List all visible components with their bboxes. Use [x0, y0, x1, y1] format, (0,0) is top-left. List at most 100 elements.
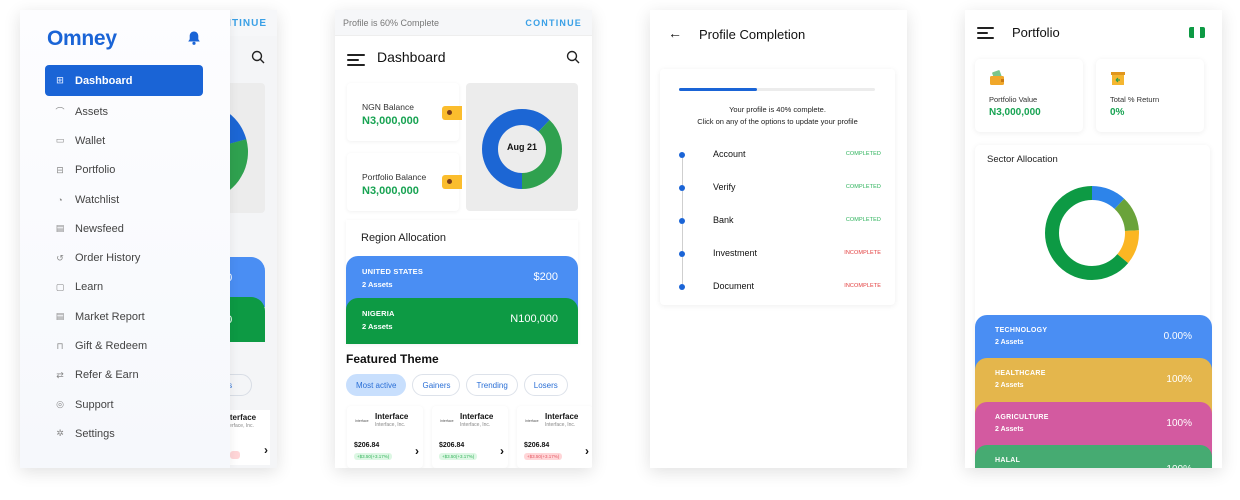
- menu-item-label: Settings: [75, 427, 115, 440]
- sector-percent: 100%: [1166, 418, 1192, 429]
- chip-trending[interactable]: Trending: [466, 374, 518, 396]
- gift-icon: ⊓: [56, 340, 64, 351]
- profile-banner: Profile is 60% Complete CONTINUE: [335, 10, 592, 36]
- menu-item-learn[interactable]: ▢ Learn: [45, 273, 203, 302]
- sector-item-halal[interactable]: HALAL 100%: [975, 445, 1212, 468]
- stat-label: Portfolio Value: [989, 95, 1038, 104]
- news-icon: ▤: [55, 223, 65, 234]
- nav-menu: ⊞ Dashboard ⌒ Assets ▭ Wallet ⊟ Portfolio ◔ W…: [45, 65, 203, 449]
- chevron-right-icon[interactable]: ›: [500, 444, 504, 458]
- region-assets: 2 Assets: [362, 280, 393, 289]
- brand-logo: Omney: [47, 27, 117, 50]
- chip-losers[interactable]: Losers: [523, 374, 568, 396]
- sector-name: HALAL: [995, 457, 1021, 464]
- page-title: Dashboard: [377, 49, 446, 65]
- bell-icon[interactable]: [187, 30, 201, 46]
- menu-item-label: Assets: [75, 105, 109, 118]
- profile-completion-screen: ← Profile Completion Your profile is 40%…: [650, 10, 907, 468]
- chevron-right-icon[interactable]: ›: [264, 443, 268, 457]
- stock-name: Interface: [375, 412, 409, 421]
- menu-item-gift-redeem[interactable]: ⊓ Gift & Redeem: [45, 331, 203, 360]
- chip-most-active[interactable]: Most active: [346, 374, 407, 396]
- menu-item-market-report[interactable]: ▤ Market Report: [45, 302, 203, 331]
- menu-item-portfolio[interactable]: ⊟ Portfolio: [45, 156, 203, 185]
- stock-price: $206.84: [354, 442, 380, 449]
- stopwatch-icon: ◔: [57, 194, 63, 205]
- step-account[interactable]: Account COMPLETED: [676, 142, 881, 185]
- back-arrow-icon[interactable]: ←: [668, 25, 682, 41]
- menu-item-support[interactable]: ◎ Support: [45, 390, 203, 419]
- sector-percent: 100%: [1166, 374, 1192, 385]
- menu-item-order-history[interactable]: ↺ Order History: [45, 243, 203, 272]
- menu-item-label: Watchlist: [75, 193, 120, 206]
- stock-company: Interface, Inc.: [375, 422, 406, 428]
- profile-progress-card: Your profile is 40% complete. Click on a…: [660, 69, 895, 305]
- menu-item-label: Market Report: [75, 310, 145, 323]
- chart-icon: ⌒: [55, 107, 65, 118]
- step-bank[interactable]: Bank COMPLETED: [676, 208, 881, 251]
- menu-item-refer-earn[interactable]: ⇄ Refer & Earn: [45, 361, 203, 390]
- box-return-icon: [1110, 70, 1126, 91]
- region-item-nigeria[interactable]: NIGERIA 2 Assets N100,000: [346, 298, 578, 344]
- stock-company: Interface, Inc.: [545, 422, 576, 428]
- support-icon: ◎: [56, 399, 64, 410]
- stock-card[interactable]: Interface Interface Interface, Inc. $206…: [517, 406, 592, 468]
- stock-name: Interface: [460, 412, 494, 421]
- menu-item-watchlist[interactable]: ◔ Watchlist: [45, 185, 203, 214]
- step-status: COMPLETED: [845, 151, 881, 157]
- menu-item-label: Portfolio: [75, 164, 116, 177]
- sector-donut-svg: [1045, 186, 1139, 280]
- theme-filter-chips: Most active Gainers Trending Losers: [346, 374, 568, 396]
- sector-percent: 100%: [1166, 464, 1192, 468]
- region-name: NIGERIA: [362, 309, 395, 318]
- menu-item-assets[interactable]: ⌒ Assets: [45, 97, 203, 126]
- menu-item-label: Refer & Earn: [75, 369, 139, 382]
- menu-item-label: Dashboard: [75, 74, 133, 87]
- continue-link[interactable]: CONTINUE: [525, 18, 582, 28]
- stock-price: $206.84: [524, 442, 550, 449]
- sector-name: HEALTHCARE: [995, 370, 1046, 377]
- stock-name: Interface: [545, 412, 579, 421]
- continue-link[interactable]: NTINUE: [224, 18, 267, 29]
- stock-card[interactable]: Interface Interface Interface, Inc. $206…: [432, 406, 508, 468]
- nigeria-flag-icon[interactable]: [1189, 27, 1205, 38]
- step-verify[interactable]: Verify COMPLETED: [676, 175, 881, 218]
- step-document[interactable]: Document INCOMPLETE: [676, 274, 881, 307]
- page-title: Profile Completion: [699, 27, 806, 42]
- menu-item-wallet[interactable]: ▭ Wallet: [45, 126, 203, 155]
- sector-assets: 2 Assets: [995, 426, 1024, 433]
- hamburger-menu-icon[interactable]: [347, 54, 365, 66]
- sector-name: TECHNOLOGY: [995, 327, 1048, 334]
- step-status: COMPLETED: [845, 217, 881, 223]
- dashboard-screen: Profile is 60% Complete CONTINUE Dashboa…: [335, 10, 592, 468]
- balance-donut-chart: Aug 21: [466, 83, 578, 211]
- region-amount: N100,000: [510, 313, 558, 325]
- chip-gainers[interactable]: Gainers: [412, 374, 461, 396]
- section-title: Region Allocation: [361, 232, 447, 244]
- search-icon[interactable]: [251, 50, 265, 69]
- sector-name: AGRICULTURE: [995, 414, 1049, 421]
- stock-card[interactable]: Interface Interface Interface, Inc. $206…: [347, 406, 423, 468]
- wallet-icon: [442, 106, 462, 120]
- hamburger-menu-icon[interactable]: [977, 27, 995, 39]
- step-label: Verify: [713, 182, 736, 192]
- section-title: Sector Allocation: [987, 154, 1058, 165]
- chevron-right-icon[interactable]: ›: [415, 444, 419, 458]
- step-dot: [679, 284, 685, 290]
- search-icon[interactable]: [566, 50, 580, 69]
- menu-item-newsfeed[interactable]: ▤ Newsfeed: [45, 214, 203, 243]
- stat-value: 0%: [1110, 107, 1125, 118]
- chevron-right-icon[interactable]: ›: [585, 444, 589, 458]
- step-status: INCOMPLETE: [844, 283, 881, 289]
- stock-change-badge: +$3.50(+3.17%): [439, 453, 478, 460]
- balance-value: N3,000,000: [362, 185, 419, 197]
- stock-price: $206.84: [439, 442, 465, 449]
- sector-percent: 0.00%: [1163, 331, 1192, 342]
- company-logo: Interface: [355, 419, 369, 423]
- menu-item-dashboard[interactable]: ⊞ Dashboard: [45, 65, 203, 96]
- briefcase-icon: ⊟: [56, 164, 64, 175]
- menu-item-settings[interactable]: ✲ Settings: [45, 419, 203, 448]
- stock-change-badge: +$3.50(+3.17%): [354, 453, 393, 460]
- step-investment[interactable]: Investment INCOMPLETE: [676, 241, 881, 284]
- balance-label: NGN Balance: [362, 102, 414, 112]
